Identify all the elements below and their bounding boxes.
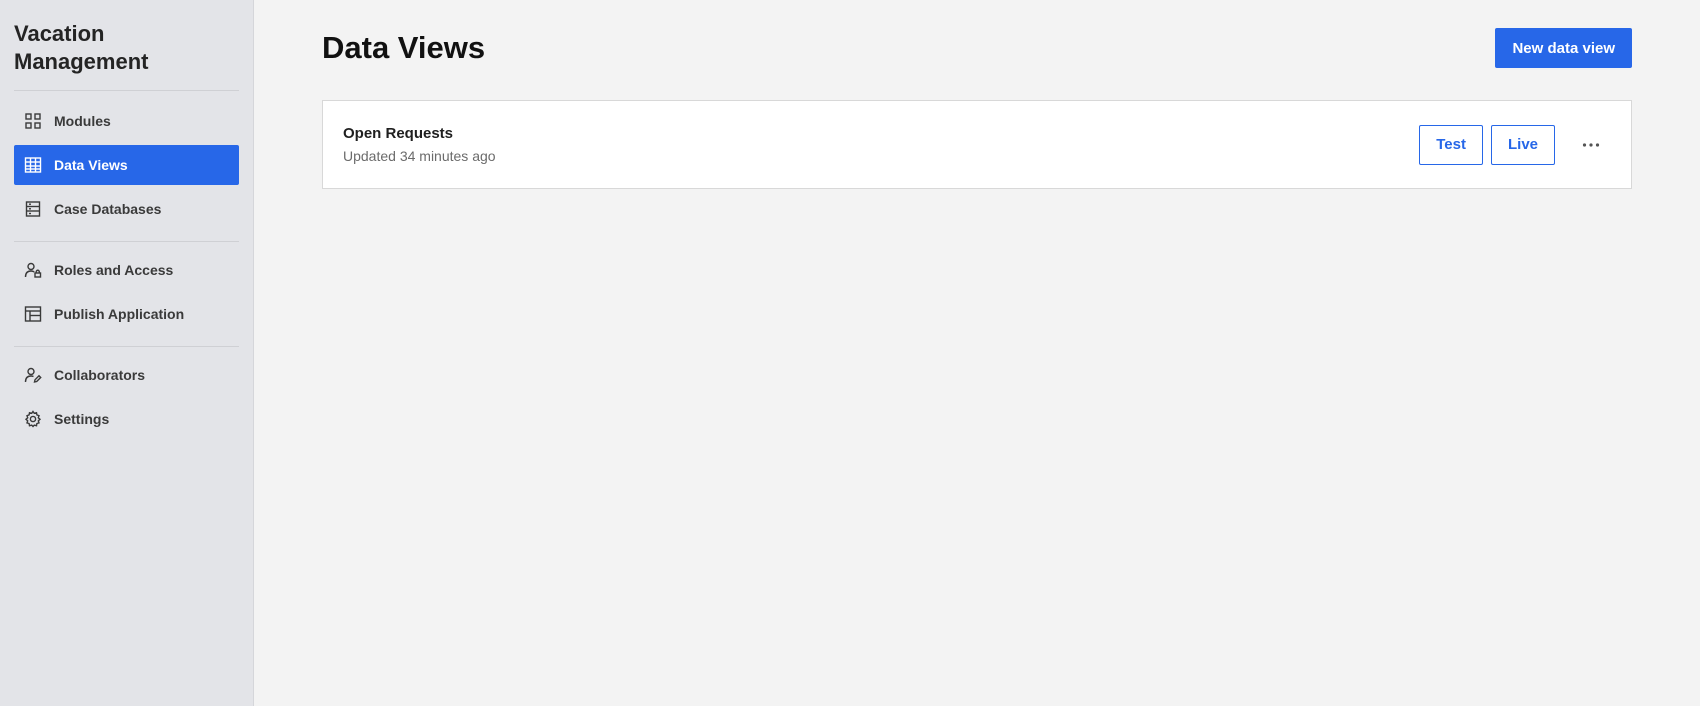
sidebar-item-roles-and-access[interactable]: Roles and Access xyxy=(14,250,239,290)
layout-icon xyxy=(24,305,42,323)
nav-group-main: Modules Data Views Case Databases xyxy=(14,101,239,242)
live-button[interactable]: Live xyxy=(1490,124,1555,165)
sidebar-item-label: Roles and Access xyxy=(54,262,174,278)
sidebar-item-data-views[interactable]: Data Views xyxy=(14,145,239,185)
main-content: Data Views New data view Open Requests U… xyxy=(254,0,1700,706)
nav-group-team: Collaborators Settings xyxy=(14,355,239,451)
user-edit-icon xyxy=(24,366,42,384)
sidebar-item-label: Publish Application xyxy=(54,306,185,322)
new-data-view-button[interactable]: New data view xyxy=(1495,28,1632,68)
gear-icon xyxy=(24,410,42,428)
sidebar-item-label: Settings xyxy=(54,411,110,427)
sidebar-item-collaborators[interactable]: Collaborators xyxy=(14,355,239,395)
app-title: Vacation Management xyxy=(14,20,239,91)
sidebar-item-label: Collaborators xyxy=(54,367,146,383)
table-icon xyxy=(24,156,42,174)
test-button[interactable]: Test xyxy=(1419,124,1483,165)
data-view-updated: Updated 34 minutes ago xyxy=(343,148,496,164)
sidebar-item-case-databases[interactable]: Case Databases xyxy=(14,189,239,229)
sidebar-item-label: Case Databases xyxy=(54,201,162,217)
grid-icon xyxy=(24,112,42,130)
sidebar: Vacation Management Modules Data Views C… xyxy=(0,0,254,706)
page-title: Data Views xyxy=(322,30,486,65)
data-view-name: Open Requests xyxy=(343,125,454,142)
data-view-card[interactable]: Open Requests Updated 34 minutes ago Tes… xyxy=(322,100,1632,189)
sidebar-item-modules[interactable]: Modules xyxy=(14,101,239,141)
data-view-actions: Test Live xyxy=(1419,124,1611,165)
data-view-info: Open Requests Updated 34 minutes ago xyxy=(343,125,496,164)
database-icon xyxy=(24,200,42,218)
sidebar-item-label: Modules xyxy=(54,113,111,129)
page-header: Data Views New data view xyxy=(322,28,1632,68)
sidebar-item-label: Data Views xyxy=(54,157,128,173)
ellipsis-icon[interactable] xyxy=(1571,125,1611,165)
sidebar-item-publish-application[interactable]: Publish Application xyxy=(14,294,239,334)
nav-group-access: Roles and Access Publish Application xyxy=(14,250,239,347)
user-lock-icon xyxy=(24,261,42,279)
sidebar-item-settings[interactable]: Settings xyxy=(14,399,239,439)
